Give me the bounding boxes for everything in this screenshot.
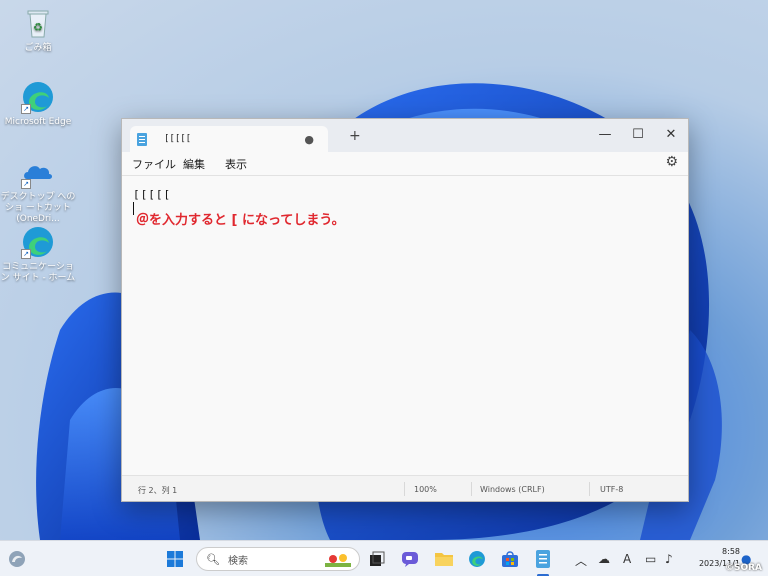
start-button-icon[interactable] (164, 548, 186, 570)
chat-icon[interactable] (399, 548, 421, 570)
status-bar: 行 2、列 1 100% Windows (CRLF) UTF-8 (122, 475, 688, 501)
title-bar[interactable]: [[[[[ ● + — ☐ ✕ (122, 119, 688, 152)
svg-text:♻: ♻ (33, 21, 43, 34)
search-highlight-icon (325, 554, 351, 567)
store-icon[interactable] (499, 548, 521, 570)
onedrive-icon: ↗ (21, 155, 55, 189)
shortcut-arrow-icon: ↗ (21, 104, 31, 114)
tab-title: [[[[[ (164, 134, 192, 144)
taskbar-search[interactable]: 🔍︎ 検索 (196, 547, 360, 571)
onedrive-tray-icon[interactable]: ☁ (598, 552, 610, 566)
close-button[interactable]: ✕ (655, 123, 687, 145)
status-zoom: 100% (414, 485, 437, 494)
desktop-icon-communication-site[interactable]: ↗ コミュニケーション サイト - ホーム (0, 225, 76, 284)
status-cursor-position: 行 2、列 1 (138, 486, 178, 495)
text-editor[interactable]: [[[[[ ＠を入力すると [ になってしまう。 (122, 175, 688, 477)
recycle-bin-icon: ♻ (21, 6, 55, 40)
menu-edit[interactable]: 編集 (183, 156, 205, 172)
status-divider (589, 482, 590, 496)
menu-bar: ファイル 編集 表示 ⚙ (122, 152, 688, 174)
desktop-icon-label: デスクトップ へのショ ートカット (OneDri... (0, 192, 76, 224)
status-divider (471, 482, 472, 496)
status-divider (404, 482, 405, 496)
desktop-icon-label: ごみ箱 (24, 43, 52, 53)
search-label: 検索 (227, 555, 248, 567)
clock-time: 8:58 (722, 547, 740, 556)
task-view-icon[interactable] (366, 548, 388, 570)
desktop-icon-onedrive-shortcut[interactable]: ↗ デスクトップ へのショ ートカット (OneDri... (0, 155, 76, 225)
unsaved-dot-icon[interactable]: ● (304, 133, 314, 146)
notepad-icon (137, 132, 147, 146)
edge-icon: ↗ (21, 225, 55, 259)
search-icon: 🔍︎ (206, 552, 220, 566)
show-hidden-icons-chevron-icon[interactable]: ︿ (575, 552, 587, 569)
document-tab[interactable]: [[[[[ ● (130, 126, 328, 152)
editor-line-1: [[[[[ (133, 188, 172, 201)
desktop-icon-recycle-bin[interactable]: ♻ ごみ箱 (0, 6, 76, 54)
new-tab-button[interactable]: + (349, 128, 361, 144)
desktop-icon-label: コミュニケーション サイト - ホーム (0, 262, 76, 283)
shortcut-arrow-icon: ↗ (21, 179, 31, 189)
notepad-taskbar-icon[interactable] (532, 548, 554, 570)
menu-view[interactable]: 表示 (225, 156, 247, 172)
maximize-button[interactable]: ☐ (622, 123, 654, 145)
edge-browser-icon[interactable] (466, 548, 488, 570)
notepad-window: [[[[[ ● + — ☐ ✕ ファイル 編集 表示 ⚙ [[[[[ ＠を入力す… (121, 118, 689, 502)
watermark: ©SORA (724, 563, 762, 573)
edge-icon: ↗ (21, 80, 55, 114)
desktop-icon-label: Microsoft Edge (4, 117, 72, 127)
settings-gear-icon[interactable]: ⚙ (665, 154, 678, 170)
status-encoding: UTF-8 (600, 485, 624, 494)
status-line-ending: Windows (CRLF) (480, 485, 545, 494)
taskbar: 🔍︎ 検索 ︿ ☁ A ▭ ♪ 8:58 2023/11/1 ● (0, 540, 768, 576)
desktop-icon-edge[interactable]: ↗ Microsoft Edge (0, 80, 76, 128)
shortcut-arrow-icon: ↗ (21, 249, 31, 259)
widgets-icon[interactable] (6, 548, 28, 570)
network-icon[interactable]: ▭ (645, 552, 656, 566)
menu-file[interactable]: ファイル (132, 156, 176, 172)
text-caret (133, 202, 134, 215)
annotation-text: ＠を入力すると [ になってしまう。 (136, 213, 345, 228)
volume-icon[interactable]: ♪ (665, 552, 673, 566)
ime-mode-icon[interactable]: A (623, 552, 631, 566)
file-explorer-icon[interactable] (433, 548, 455, 570)
minimize-button[interactable]: — (589, 123, 621, 145)
